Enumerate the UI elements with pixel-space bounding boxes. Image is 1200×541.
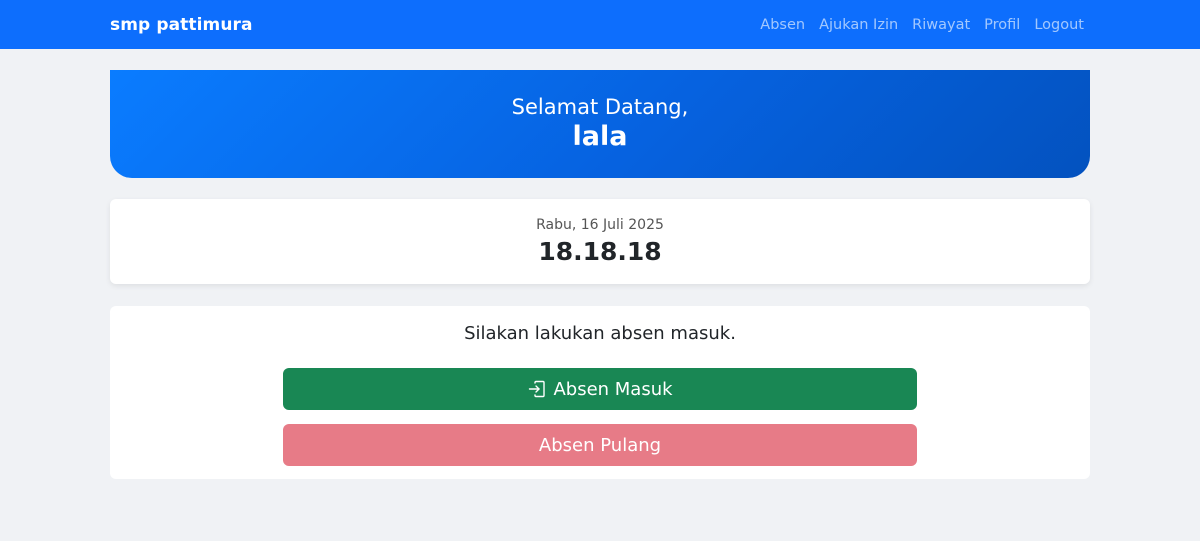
navbar: smp pattimura Absen Ajukan Izin Riwayat … [0,0,1200,49]
welcome-user-name: lala [572,120,628,152]
check-out-button[interactable]: Absen Pulang [283,424,917,466]
attendance-message: Silakan lakukan absen masuk. [464,323,736,344]
nav-link-logout[interactable]: Logout [1034,17,1084,33]
brand-logo[interactable]: smp pattimura [110,15,253,35]
nav-link-absen[interactable]: Absen [760,17,805,33]
clock-card: Rabu, 16 Juli 2025 18.18.18 [110,199,1090,284]
check-in-label: Absen Masuk [553,378,673,400]
welcome-greeting: Selamat Datang, [511,94,689,119]
attendance-card: Silakan lakukan absen masuk. Absen Masuk… [110,306,1090,479]
current-time: 18.18.18 [538,237,662,266]
check-in-button[interactable]: Absen Masuk [283,368,917,410]
nav-links: Absen Ajukan Izin Riwayat Profil Logout [760,17,1084,33]
current-date: Rabu, 16 Juli 2025 [536,217,664,233]
box-arrow-in-icon [527,379,547,399]
check-out-label: Absen Pulang [538,434,662,456]
nav-link-riwayat[interactable]: Riwayat [912,17,970,33]
welcome-banner: Selamat Datang, lala [110,70,1090,178]
nav-link-profil[interactable]: Profil [984,17,1020,33]
nav-link-ajukan-izin[interactable]: Ajukan Izin [819,17,898,33]
